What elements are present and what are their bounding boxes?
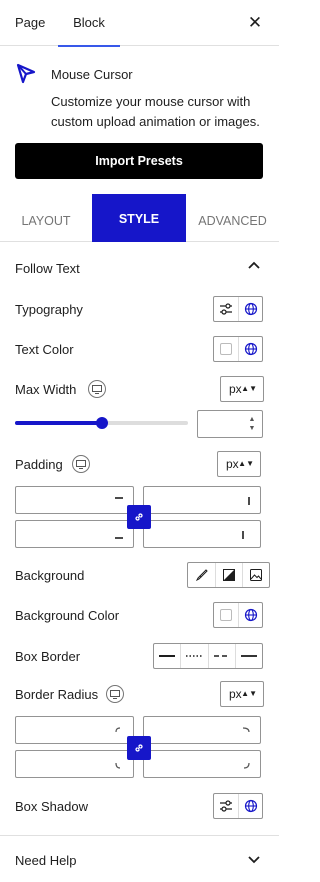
corner-bottom-left-icon <box>115 762 121 769</box>
typography-settings-icon[interactable] <box>214 297 238 321</box>
tab-block[interactable]: Block <box>58 0 120 47</box>
border-radius-label: Border Radius <box>15 687 99 702</box>
slider-fill <box>15 421 102 425</box>
background-color-controls <box>213 602 263 628</box>
border-double-icon[interactable] <box>234 644 262 668</box>
global-icon[interactable] <box>238 337 262 361</box>
panel-title: Follow Text <box>15 261 80 276</box>
radius-top-left-input[interactable] <box>15 716 134 744</box>
sidebar-tabs: Page Block ✕ <box>0 0 279 47</box>
padding-unit-select[interactable]: px ▲▼ <box>217 451 261 477</box>
background-label: Background <box>15 568 85 583</box>
side-left-icon <box>242 531 244 539</box>
color-swatch-icon[interactable] <box>214 337 238 361</box>
sort-arrows-icon: ▲▼ <box>241 384 257 393</box>
chevron-up-icon[interactable] <box>247 259 261 273</box>
desktop-device-icon[interactable] <box>88 380 106 398</box>
max-width-input[interactable]: ▲ ▼ <box>197 410 263 438</box>
side-top-icon <box>115 497 123 499</box>
tab-advanced[interactable]: ADVANCED <box>186 194 279 242</box>
global-icon[interactable] <box>238 603 262 627</box>
padding-label: Padding <box>15 457 63 472</box>
side-right-icon <box>248 497 250 505</box>
need-help-title: Need Help <box>15 853 77 868</box>
radius-bottom-left-input[interactable] <box>15 750 134 778</box>
panel-header-need-help[interactable]: Need Help <box>0 836 279 882</box>
typography-controls <box>213 296 263 322</box>
radius-top-right-input[interactable] <box>143 716 261 744</box>
max-width-label: Max Width <box>15 382 77 397</box>
background-color-label: Background Color <box>15 608 120 623</box>
side-bottom-icon <box>115 537 123 539</box>
unit-value: px <box>229 687 242 701</box>
chevron-down-icon[interactable] <box>247 852 261 866</box>
sort-arrows-icon: ▲▼ <box>238 459 254 468</box>
import-presets-button[interactable]: Import Presets <box>15 143 263 179</box>
tab-style[interactable]: STYLE <box>92 194 186 242</box>
typography-label: Typography <box>15 302 83 317</box>
sort-arrows-icon: ▲▼ <box>241 689 257 698</box>
border-dashed-icon[interactable] <box>207 644 235 668</box>
padding-right-input[interactable] <box>143 486 261 514</box>
box-shadow-label: Box Shadow <box>15 799 88 814</box>
unit-value: px <box>226 457 239 471</box>
cursor-arrow-icon <box>16 63 36 84</box>
background-type-controls <box>187 562 270 588</box>
slider-thumb[interactable] <box>95 417 108 429</box>
box-border-label: Box Border <box>15 649 81 664</box>
gradient-icon[interactable] <box>215 563 242 587</box>
style-mode-tabs: LAYOUT STYLE ADVANCED <box>0 194 279 242</box>
text-color-label: Text Color <box>15 342 74 357</box>
block-description: Customize your mouse cursor with custom … <box>51 94 260 129</box>
max-width-unit-select[interactable]: px ▲▼ <box>220 376 264 402</box>
image-icon[interactable] <box>242 563 269 587</box>
border-radius-unit-select[interactable]: px ▲▼ <box>220 681 264 707</box>
link-values-button[interactable] <box>127 736 151 760</box>
block-title: Mouse Cursor <box>51 67 133 82</box>
brush-icon[interactable] <box>188 563 215 587</box>
border-dotted-icon[interactable] <box>180 644 207 668</box>
max-width-slider[interactable] <box>15 417 188 429</box>
close-icon[interactable]: ✕ <box>245 13 265 33</box>
spinner-icon[interactable]: ▲ ▼ <box>247 415 257 433</box>
link-icon <box>135 513 143 521</box>
link-values-button[interactable] <box>127 505 151 529</box>
desktop-device-icon[interactable] <box>72 455 90 473</box>
padding-bottom-input[interactable] <box>15 520 134 548</box>
shadow-settings-icon[interactable] <box>214 794 238 818</box>
tab-layout[interactable]: LAYOUT <box>0 194 92 242</box>
global-icon[interactable] <box>238 297 262 321</box>
padding-top-input[interactable] <box>15 486 134 514</box>
corner-top-left-icon <box>115 727 121 733</box>
panel-header-follow-text[interactable]: Follow Text <box>0 242 279 292</box>
corner-top-right-icon <box>242 727 250 733</box>
border-style-controls <box>153 643 263 669</box>
padding-left-input[interactable] <box>143 520 261 548</box>
desktop-device-icon[interactable] <box>106 685 124 703</box>
border-solid-icon[interactable] <box>154 644 180 668</box>
radius-bottom-right-input[interactable] <box>143 750 261 778</box>
global-icon[interactable] <box>238 794 262 818</box>
color-swatch-icon[interactable] <box>214 603 238 627</box>
tab-page[interactable]: Page <box>15 0 45 46</box>
corner-bottom-right-icon <box>243 762 250 769</box>
box-shadow-controls <box>213 793 263 819</box>
link-icon <box>135 744 143 752</box>
text-color-controls <box>213 336 263 362</box>
unit-value: px <box>229 382 242 396</box>
